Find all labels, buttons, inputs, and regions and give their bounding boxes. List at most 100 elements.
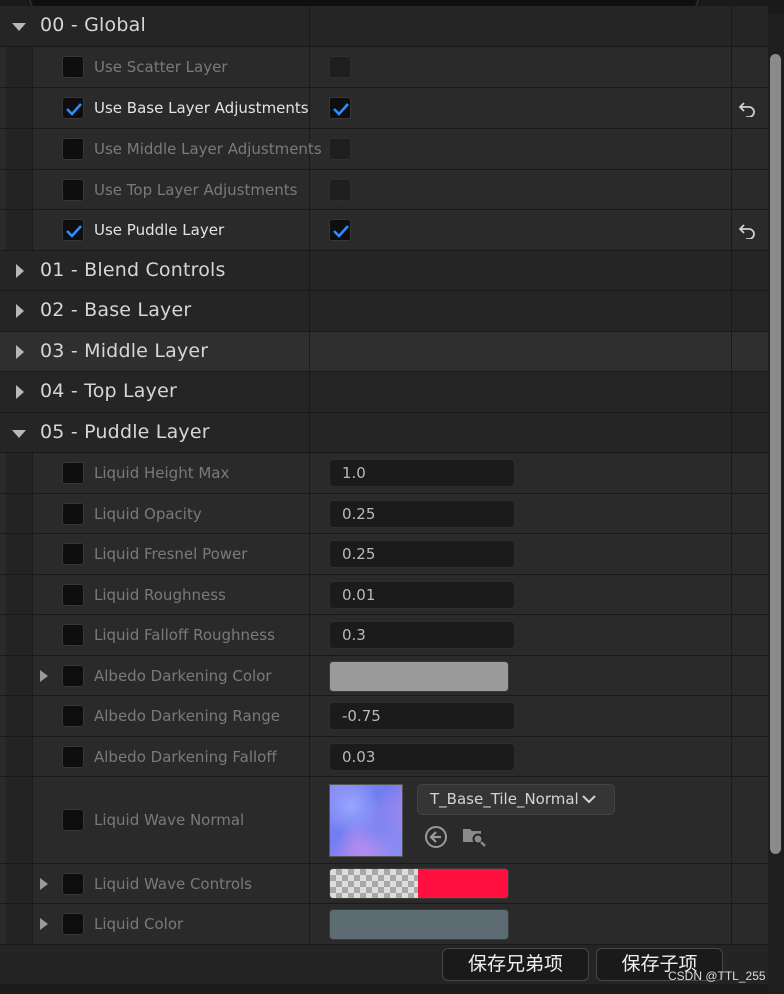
number-field[interactable]: -0.75 xyxy=(329,702,515,730)
prop-label: Liquid Wave Controls xyxy=(94,875,252,893)
override-checkbox[interactable] xyxy=(62,746,84,768)
chevron-right-icon[interactable] xyxy=(16,385,24,399)
prop-row: Use Puddle Layer xyxy=(0,210,768,251)
number-field[interactable]: 0.03 xyxy=(329,743,515,771)
save-siblings-button[interactable]: 保存兄弟项 xyxy=(442,948,589,981)
category-global[interactable]: 00 - Global xyxy=(0,6,768,47)
chevron-right-icon[interactable] xyxy=(16,345,24,359)
category-base-layer[interactable]: 02 - Base Layer xyxy=(0,291,768,332)
value-checkbox[interactable] xyxy=(329,219,351,241)
color-swatch[interactable] xyxy=(329,661,509,692)
color-swatch[interactable] xyxy=(329,868,509,899)
watermark: CSDN @TTL_255 xyxy=(668,969,766,983)
prop-label: Albedo Darkening Range xyxy=(94,707,280,725)
prop-label: Use Top Layer Adjustments xyxy=(94,181,298,199)
expand-arrow-icon[interactable] xyxy=(40,878,48,890)
prop-row: Use Top Layer Adjustments xyxy=(0,170,768,210)
prop-label: Liquid Height Max xyxy=(94,464,230,482)
prop-row: Albedo Darkening Color xyxy=(0,656,768,696)
browse-folder-icon[interactable] xyxy=(462,824,486,848)
expand-arrow-icon[interactable] xyxy=(40,670,48,682)
category-middle-layer[interactable]: 03 - Middle Layer xyxy=(0,332,768,372)
override-checkbox[interactable] xyxy=(62,705,84,727)
category-title: 05 - Puddle Layer xyxy=(40,421,210,443)
bottom-strip xyxy=(0,984,768,994)
value-checkbox[interactable] xyxy=(329,179,351,201)
prop-row: Liquid Falloff Roughness 0.3 xyxy=(0,615,768,656)
asset-picker-dropdown[interactable]: T_Base_Tile_Normal xyxy=(417,784,615,815)
override-checkbox[interactable] xyxy=(62,665,84,687)
override-checkbox[interactable] xyxy=(62,179,84,201)
number-field[interactable]: 0.01 xyxy=(329,581,515,609)
check-icon xyxy=(333,225,349,238)
prop-row: Liquid Roughness 0.01 xyxy=(0,575,768,615)
prop-row: Liquid Fresnel Power 0.25 xyxy=(0,534,768,575)
value-checkbox[interactable] xyxy=(329,56,351,78)
check-icon xyxy=(66,103,82,116)
prop-row: Albedo Darkening Falloff 0.03 xyxy=(0,737,768,777)
prop-row: Liquid Wave Controls xyxy=(0,864,768,904)
override-checkbox[interactable] xyxy=(62,97,84,119)
use-selected-asset-icon[interactable] xyxy=(424,825,448,849)
asset-name: T_Base_Tile_Normal xyxy=(430,790,579,808)
number-field[interactable]: 0.3 xyxy=(329,621,515,649)
prop-row: Albedo Darkening Range -0.75 xyxy=(0,696,768,737)
value-checkbox[interactable] xyxy=(329,97,351,119)
prop-label: Use Scatter Layer xyxy=(94,58,228,76)
override-checkbox[interactable] xyxy=(62,543,84,565)
check-icon xyxy=(66,225,82,238)
details-panel: 00 - Global Use Scatter Layer Use Base L… xyxy=(0,6,768,945)
expand-arrow-icon[interactable] xyxy=(40,918,48,930)
prop-label: Liquid Fresnel Power xyxy=(94,545,248,563)
prop-row: Use Base Layer Adjustments xyxy=(0,88,768,129)
prop-label: Albedo Darkening Color xyxy=(94,667,272,685)
category-title: 02 - Base Layer xyxy=(40,299,192,321)
prop-label: Liquid Falloff Roughness xyxy=(94,626,275,644)
value-checkbox[interactable] xyxy=(329,138,351,160)
prop-label: Use Puddle Layer xyxy=(94,221,225,239)
category-blend-controls[interactable]: 01 - Blend Controls xyxy=(0,251,768,291)
override-checkbox[interactable] xyxy=(62,913,84,935)
category-puddle-layer[interactable]: 05 - Puddle Layer xyxy=(0,413,768,453)
number-field[interactable]: 0.25 xyxy=(329,540,515,568)
override-checkbox[interactable] xyxy=(62,462,84,484)
reset-to-default-icon[interactable] xyxy=(738,101,756,117)
override-checkbox[interactable] xyxy=(62,503,84,525)
scrollbar-thumb[interactable] xyxy=(770,54,781,854)
chevron-right-icon[interactable] xyxy=(16,304,24,318)
category-title: 00 - Global xyxy=(40,14,146,36)
override-checkbox[interactable] xyxy=(62,584,84,606)
override-checkbox[interactable] xyxy=(62,624,84,646)
prop-row: Liquid Opacity 0.25 xyxy=(0,494,768,534)
prop-row: Liquid Height Max 1.0 xyxy=(0,453,768,494)
category-title: 03 - Middle Layer xyxy=(40,340,209,362)
prop-label: Use Middle Layer Adjustments xyxy=(94,140,322,158)
category-top-layer[interactable]: 04 - Top Layer xyxy=(0,372,768,413)
prop-label: Liquid Opacity xyxy=(94,505,202,523)
prop-label: Use Base Layer Adjustments xyxy=(94,99,309,117)
override-checkbox[interactable] xyxy=(62,809,84,831)
prop-label: Albedo Darkening Falloff xyxy=(94,748,277,766)
check-icon xyxy=(333,103,349,116)
chevron-down-icon xyxy=(582,795,596,804)
override-checkbox[interactable] xyxy=(62,138,84,160)
override-checkbox[interactable] xyxy=(62,219,84,241)
chevron-right-icon[interactable] xyxy=(16,264,24,278)
prop-label: Liquid Wave Normal xyxy=(94,811,245,829)
number-field[interactable]: 0.25 xyxy=(329,500,515,528)
category-title: 04 - Top Layer xyxy=(40,380,177,402)
prop-row: Liquid Wave Normal T_Base_Tile_Normal xyxy=(0,777,768,864)
texture-thumbnail[interactable] xyxy=(329,784,403,857)
reset-to-default-icon[interactable] xyxy=(738,223,756,239)
prop-label: Liquid Color xyxy=(94,915,184,933)
prop-row: Use Scatter Layer xyxy=(0,47,768,88)
chevron-down-icon[interactable] xyxy=(12,23,26,31)
prop-label: Liquid Roughness xyxy=(94,586,226,604)
color-swatch[interactable] xyxy=(329,909,509,940)
prop-row: Liquid Color xyxy=(0,904,768,945)
override-checkbox[interactable] xyxy=(62,56,84,78)
override-checkbox[interactable] xyxy=(62,873,84,895)
number-field[interactable]: 1.0 xyxy=(329,459,515,487)
chevron-down-icon[interactable] xyxy=(12,430,26,438)
prop-row: Use Middle Layer Adjustments xyxy=(0,129,768,170)
